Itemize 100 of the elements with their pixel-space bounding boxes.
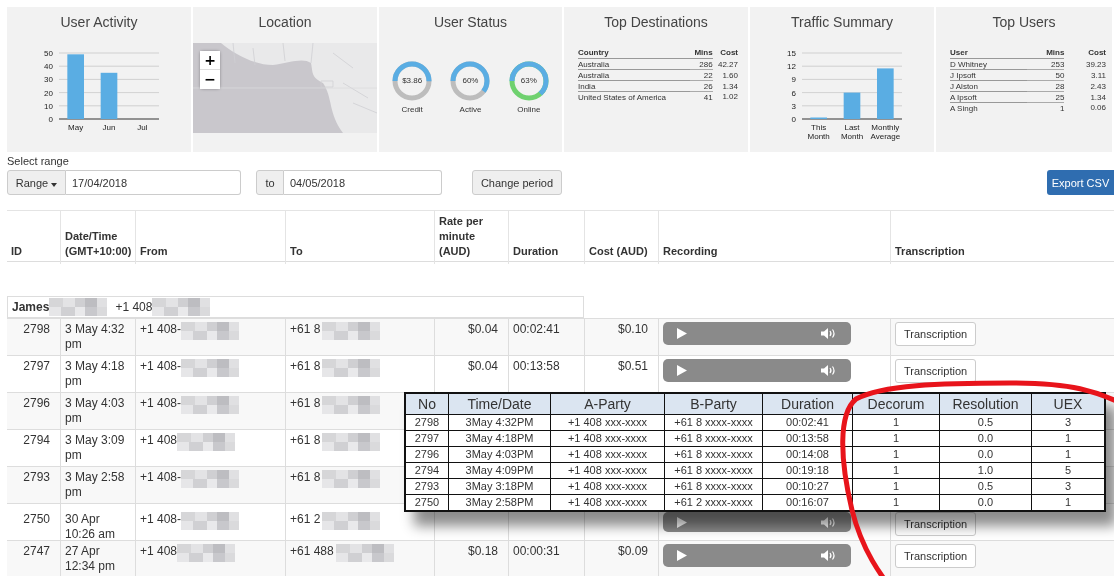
volume-icon[interactable] — [821, 328, 837, 339]
table-cell: +1 408 xxx-xxxx — [550, 462, 664, 478]
date-field[interactable]: 04/05/2018 — [284, 170, 442, 195]
date-field[interactable]: 17/04/2018 — [66, 170, 241, 195]
zoom-in-button[interactable]: + — [200, 51, 220, 70]
card-title: Traffic Summary — [790, 13, 894, 32]
audio-player[interactable] — [663, 322, 851, 345]
table-cell: 3 May 4:32 pm — [65, 322, 125, 351]
donut-value: 63% — [519, 76, 538, 85]
table-cell: +61 8 — [290, 470, 321, 485]
table-cell: +61 2 — [290, 512, 321, 527]
donut-chart — [450, 61, 491, 101]
table-cell: 3.11 — [1064, 69, 1106, 81]
table-cell: 00:14:08 — [762, 446, 852, 462]
volume-icon[interactable] — [821, 550, 837, 561]
table-cell: 2.43 — [1064, 80, 1106, 92]
table-cell: 0.0 — [939, 430, 1031, 446]
zoom-out-button[interactable]: − — [200, 70, 220, 89]
table-cell: 22 — [689, 69, 713, 81]
table-cell: 26 — [689, 80, 713, 92]
table-cell: $0.09 — [617, 544, 648, 558]
card-title: Top Destinations — [603, 13, 709, 32]
card-title: User Status — [432, 13, 509, 32]
column-header: Duration — [762, 394, 852, 414]
play-icon[interactable] — [677, 516, 687, 528]
change-period-button[interactable]: Change period — [472, 170, 562, 195]
transcription-button[interactable]: Transcription — [895, 322, 977, 346]
table-cell: 1 — [1031, 430, 1104, 446]
transcription-button[interactable]: Transcription — [895, 512, 977, 536]
axis-label: 6 — [791, 88, 796, 98]
transcription-button[interactable]: Transcription — [895, 544, 977, 568]
table-cell: +1 408- — [140, 396, 182, 411]
column-header: Country — [578, 48, 690, 59]
caller-name: James — [12, 300, 50, 314]
column-header: Duration — [508, 211, 584, 264]
table-cell: 2794 — [406, 462, 448, 478]
chart-bar — [877, 68, 894, 119]
axis-label: This Month — [807, 123, 830, 141]
table-cell: +1 408 — [140, 544, 178, 559]
table-cell: 1 — [852, 462, 939, 478]
column-header: Date/Time (GMT+10:00) — [60, 211, 135, 264]
column-header: UEX — [1031, 394, 1104, 414]
table-cell: 2747 — [23, 544, 50, 558]
table-cell: 3May 2:58PM — [448, 494, 550, 510]
axis-label: Jul — [137, 123, 148, 132]
table-cell: +61 8 — [290, 396, 321, 411]
audio-player[interactable] — [663, 512, 851, 532]
play-icon[interactable] — [677, 365, 687, 376]
table-cell: United States of America — [578, 91, 690, 102]
axis-label: May — [68, 123, 84, 132]
audio-player[interactable] — [663, 359, 851, 382]
chart-bar — [67, 54, 84, 119]
table-cell: $0.18 — [467, 544, 498, 558]
column-header: User — [950, 48, 1027, 59]
redaction-mask — [181, 322, 240, 340]
table-cell: 1 — [852, 446, 939, 462]
column-header: No — [406, 394, 448, 414]
column-header: ID — [10, 244, 23, 259]
table-cell: 286 — [689, 58, 713, 70]
table-cell: 2797 — [406, 430, 448, 446]
to-label: to — [256, 170, 284, 195]
audio-player[interactable] — [663, 544, 851, 567]
redaction-mask — [320, 470, 383, 488]
table-cell: 1 — [852, 430, 939, 446]
axis-label: 9 — [791, 75, 796, 85]
table-cell: 2798 — [23, 322, 50, 336]
column-header: Mins — [1026, 48, 1065, 59]
table-cell: 00:02:41 — [513, 322, 560, 336]
table-cell: +61 8 — [290, 359, 321, 374]
axis-label: 12 — [787, 62, 796, 72]
export-button[interactable]: Export CSV — [1047, 170, 1114, 195]
table-cell: 3May 4:32PM — [448, 414, 550, 430]
table-cell: 39.23 — [1064, 58, 1106, 70]
play-icon[interactable] — [677, 328, 687, 339]
donut-chart — [508, 61, 549, 101]
table-cell: +61 8 xxxx-xxxx — [664, 430, 762, 446]
table-cell: 42.27 — [712, 58, 738, 70]
volume-icon[interactable] — [821, 365, 837, 376]
donut-value: $3.86 — [401, 76, 424, 85]
column-header: B-Party — [664, 394, 762, 414]
redaction-mask — [333, 544, 396, 562]
redaction-mask — [320, 396, 383, 414]
redaction-mask — [320, 359, 383, 377]
table-cell: 50 — [1026, 69, 1065, 81]
column-header: To — [285, 211, 434, 264]
table-cell: +1 408 xxx-xxxx — [550, 414, 664, 430]
range-dropdown[interactable]: Range — [7, 170, 66, 195]
redaction-mask — [181, 512, 240, 530]
table-cell: 1 — [852, 494, 939, 510]
axis-label: 30 — [44, 75, 53, 85]
axis-label: Jun — [102, 123, 116, 132]
play-icon[interactable] — [677, 550, 687, 561]
table-cell: +1 408 — [140, 433, 178, 448]
table-cell: $0.04 — [467, 322, 498, 336]
transcription-button[interactable]: Transcription — [895, 359, 977, 383]
volume-icon[interactable] — [821, 516, 837, 528]
table-cell: 2796 — [23, 396, 50, 410]
redaction-mask — [181, 470, 240, 488]
table-cell: 1 — [1026, 102, 1065, 113]
table-cell: 3May 4:09PM — [448, 462, 550, 478]
